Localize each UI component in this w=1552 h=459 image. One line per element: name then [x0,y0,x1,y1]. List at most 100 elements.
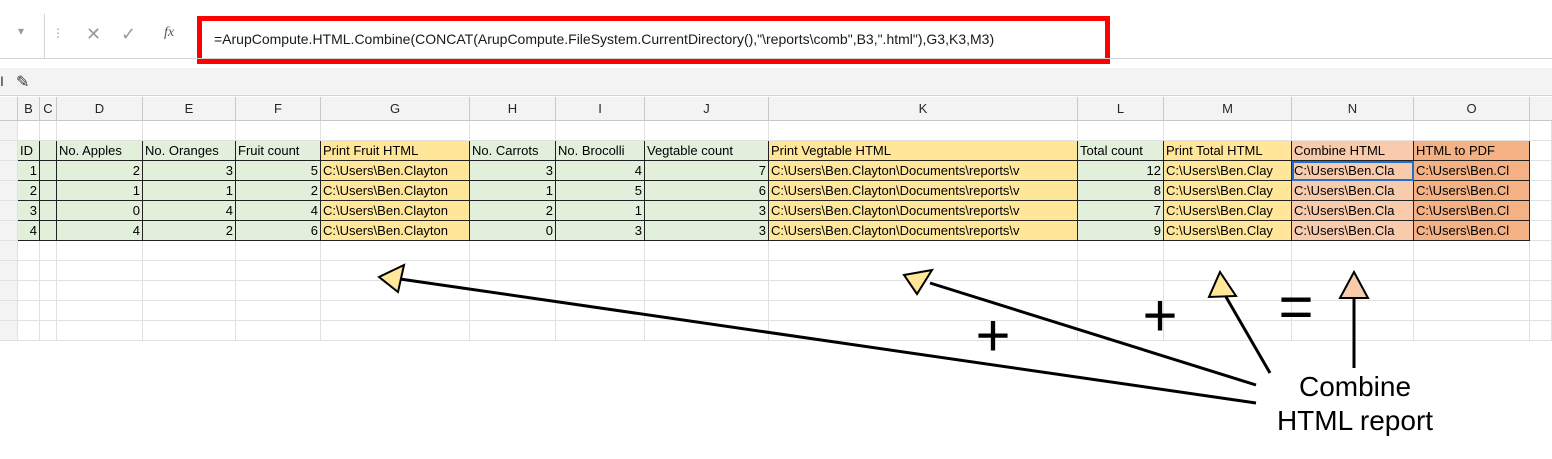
grid-cell[interactable] [321,261,470,281]
grid-cell[interactable] [1414,301,1530,321]
table-cell[interactable]: 1 [470,181,556,201]
row-header[interactable] [0,321,18,341]
column-header-i[interactable]: I [556,97,645,121]
grid-cell[interactable] [1078,261,1164,281]
grid-cell[interactable] [57,321,143,341]
table-header-cell[interactable]: Print Total HTML [1164,141,1292,161]
grid-cell[interactable] [645,121,769,141]
grid-cell[interactable] [1164,261,1292,281]
grid-cell[interactable] [1530,261,1552,281]
grid-cell[interactable] [1414,281,1530,301]
grid-cell[interactable] [321,121,470,141]
table-cell[interactable] [40,161,57,181]
table-cell[interactable]: 1 [18,161,40,181]
column-header-m[interactable]: M [1164,97,1292,121]
grid-cell[interactable] [556,121,645,141]
grid-cell[interactable] [18,321,40,341]
row-header[interactable] [0,301,18,321]
pen-icon[interactable]: ✎ [16,72,29,92]
namebox-dropdown-icon[interactable]: ▾ [18,24,24,38]
grid-cell[interactable] [1078,241,1164,261]
table-cell[interactable]: 4 [57,221,143,241]
table-cell[interactable]: 7 [1078,201,1164,221]
table-cell[interactable]: C:\Users\Ben.Cl [1414,181,1530,201]
table-cell[interactable]: 7 [645,161,769,181]
grid-cell[interactable] [1164,121,1292,141]
table-cell[interactable]: 0 [470,221,556,241]
grid-cell[interactable] [1164,281,1292,301]
grid-cell[interactable] [470,301,556,321]
grid-cell[interactable] [236,301,321,321]
table-cell[interactable]: C:\Users\Ben.Clayton\Documents\reports\v [769,181,1078,201]
grid-cell[interactable] [1292,281,1414,301]
grid-cell[interactable] [1078,281,1164,301]
grid-cell[interactable] [645,321,769,341]
grid-cell[interactable] [1530,221,1552,241]
column-header-n[interactable]: N [1292,97,1414,121]
table-header-cell[interactable]: HTML to PDF [1414,141,1530,161]
grid-cell[interactable] [556,261,645,281]
column-header-h[interactable]: H [470,97,556,121]
grid-cell[interactable] [1292,321,1414,341]
column-header-d[interactable]: D [57,97,143,121]
grid-cell[interactable] [236,121,321,141]
grid-cell[interactable] [321,281,470,301]
grid-cell[interactable] [769,261,1078,281]
grid-cell[interactable] [40,121,57,141]
table-header-cell[interactable]: Vegtable count [645,141,769,161]
grid-cell[interactable] [1530,281,1552,301]
row-header[interactable] [0,261,18,281]
grid-cell[interactable] [556,301,645,321]
table-cell[interactable] [40,141,57,161]
table-header-cell[interactable]: No. Apples [57,141,143,161]
row-header[interactable] [0,141,18,161]
cancel-icon[interactable]: ✕ [86,24,101,45]
grid-cell[interactable] [1414,241,1530,261]
table-cell[interactable]: C:\Users\Ben.Clay [1164,181,1292,201]
table-header-cell[interactable]: Combine HTML [1292,141,1414,161]
table-cell[interactable]: 2 [143,221,236,241]
grid-cell[interactable] [18,301,40,321]
table-cell[interactable]: C:\Users\Ben.Clayton [321,181,470,201]
row-header[interactable] [0,221,18,241]
grid-cell[interactable] [40,261,57,281]
table-header-cell[interactable]: No. Oranges [143,141,236,161]
row-header[interactable] [0,121,18,141]
grid-cell[interactable] [1414,121,1530,141]
grid-cell[interactable] [556,281,645,301]
grid-cell[interactable] [1164,241,1292,261]
grid-cell[interactable] [769,241,1078,261]
table-cell[interactable]: 2 [470,201,556,221]
table-header-cell[interactable]: Print Fruit HTML [321,141,470,161]
grid-cell[interactable] [769,321,1078,341]
grid-cell[interactable] [143,281,236,301]
grid-cell[interactable] [1530,121,1552,141]
insert-function-icon[interactable]: fx [164,25,174,41]
table-cell[interactable]: C:\Users\Ben.Clayton\Documents\reports\v [769,221,1078,241]
row-header[interactable] [0,281,18,301]
grid-cell[interactable] [143,301,236,321]
grid-cell[interactable] [1530,141,1552,161]
table-cell[interactable]: 2 [236,181,321,201]
grid-cell[interactable] [18,121,40,141]
grid-cell[interactable] [769,281,1078,301]
table-cell[interactable]: C:\Users\Ben.Cla [1292,181,1414,201]
table-header-cell[interactable]: No. Brocolli [556,141,645,161]
table-cell[interactable]: 8 [1078,181,1164,201]
grid-cell[interactable] [645,281,769,301]
grid-cell[interactable] [18,241,40,261]
table-header-cell[interactable]: Print Vegtable HTML [769,141,1078,161]
row-header[interactable] [0,161,18,181]
grid-cell[interactable] [143,321,236,341]
table-header-cell[interactable]: No. Carrots [470,141,556,161]
table-cell[interactable]: 5 [556,181,645,201]
table-cell[interactable]: 3 [470,161,556,181]
grid-cell[interactable] [1078,321,1164,341]
table-cell[interactable]: C:\Users\Ben.Clayton\Documents\reports\v [769,161,1078,181]
column-header-o[interactable]: O [1414,97,1530,121]
grid-cell[interactable] [40,241,57,261]
grid-cell[interactable] [321,241,470,261]
grid-cell[interactable] [1292,241,1414,261]
column-header-j[interactable]: J [645,97,769,121]
table-cell[interactable]: C:\Users\Ben.Cl [1414,201,1530,221]
